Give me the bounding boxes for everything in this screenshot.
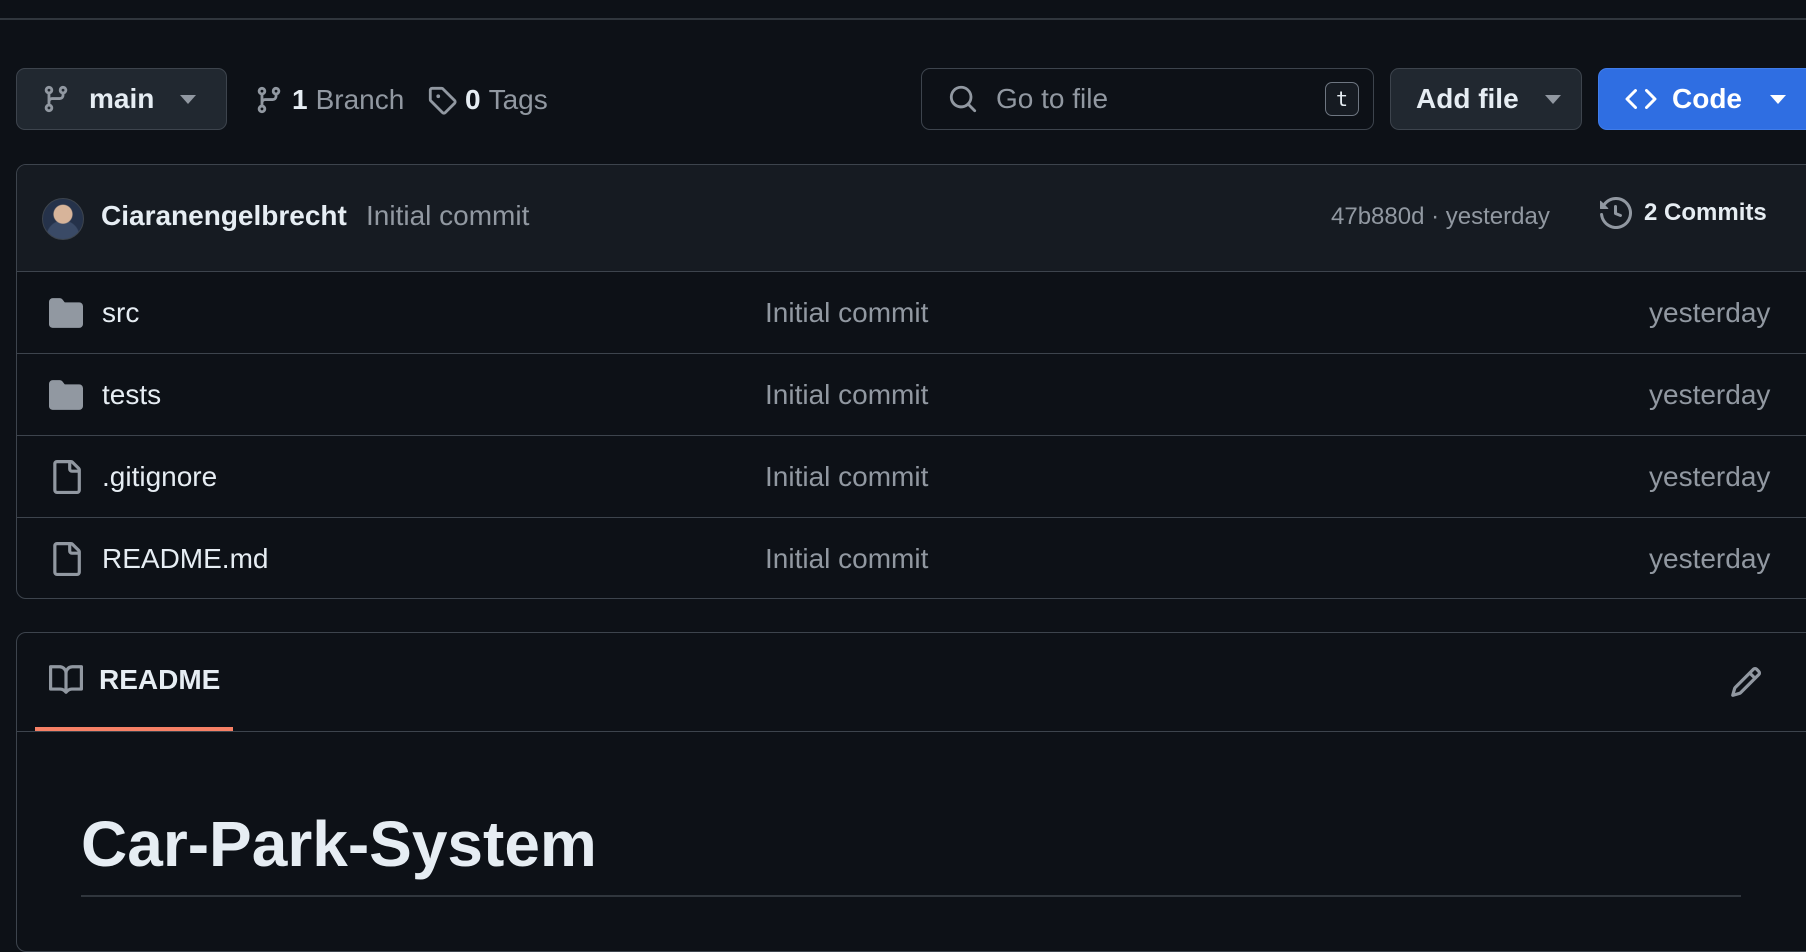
history-icon	[1600, 197, 1632, 229]
add-file-label: Add file	[1416, 83, 1519, 114]
commits-history-link[interactable]: 2 Commits	[1600, 197, 1767, 229]
folder-icon	[49, 380, 83, 410]
readme-panel: README Car-Park-System	[16, 632, 1806, 952]
keyboard-shortcut-hint: t	[1325, 82, 1359, 116]
readme-tab-label: README	[99, 664, 221, 695]
branch-selector-button[interactable]: main	[16, 68, 227, 130]
branch-name: main	[89, 83, 155, 114]
tags-count: 0	[465, 84, 481, 115]
folder-icon	[49, 298, 83, 328]
tag-icon	[428, 86, 457, 115]
chevron-down-icon	[1544, 94, 1561, 104]
branches-label: Branch	[315, 84, 405, 115]
readme-header: README	[17, 633, 1806, 732]
commit-hash-time[interactable]: 47b880d · yesterday	[1331, 203, 1550, 231]
pencil-icon[interactable]	[1729, 665, 1763, 699]
readme-title: Car-Park-System	[81, 808, 597, 880]
chevron-down-icon	[1770, 94, 1786, 104]
heading-divider	[81, 895, 1741, 897]
file-commit-message[interactable]: Initial commit	[765, 461, 928, 493]
header-divider	[0, 18, 1806, 20]
table-row[interactable]: tests Initial commit yesterday	[17, 354, 1806, 436]
file-commit-message[interactable]: Initial commit	[765, 297, 928, 329]
tags-label: Tags	[488, 84, 548, 115]
latest-commit-bar: Ciaranengelbrecht Initial commit 47b880d…	[17, 165, 1806, 272]
file-commit-message[interactable]: Initial commit	[765, 543, 928, 575]
tab-readme[interactable]: README	[35, 633, 233, 731]
code-button[interactable]: Code	[1598, 68, 1806, 130]
avatar[interactable]	[42, 198, 84, 240]
file-icon	[53, 542, 81, 576]
table-row[interactable]: .gitignore Initial commit yesterday	[17, 436, 1806, 518]
commit-author[interactable]: Ciaranengelbrecht	[101, 200, 347, 232]
file-list: Ciaranengelbrecht Initial commit 47b880d…	[16, 164, 1806, 599]
branches-count: 1	[292, 84, 308, 115]
commits-count-label: 2 Commits	[1644, 199, 1767, 226]
table-row[interactable]: src Initial commit yesterday	[17, 272, 1806, 354]
chevron-down-icon	[180, 94, 197, 104]
repo-toolbar: main 1 Branch 0 Tags Go to file t Add fi…	[0, 68, 1806, 132]
file-commit-date: yesterday	[1649, 379, 1771, 410]
git-branch-icon	[44, 85, 68, 113]
book-icon	[49, 665, 83, 694]
git-branch-icon	[257, 86, 281, 114]
file-commit-date: yesterday	[1649, 461, 1771, 492]
go-to-file-input[interactable]: Go to file t	[921, 68, 1374, 130]
file-commit-message[interactable]: Initial commit	[765, 379, 928, 411]
tags-link[interactable]: 0 Tags	[427, 84, 548, 116]
code-label: Code	[1672, 83, 1742, 114]
branches-link[interactable]: 1 Branch	[254, 84, 404, 116]
file-commit-date: yesterday	[1649, 543, 1771, 574]
commit-message[interactable]: Initial commit	[366, 200, 529, 232]
file-name-link[interactable]: .gitignore	[102, 461, 217, 493]
file-commit-date: yesterday	[1649, 297, 1771, 328]
file-name-link[interactable]: tests	[102, 379, 161, 411]
file-name-link[interactable]: src	[102, 297, 139, 329]
file-icon	[53, 460, 81, 494]
search-icon	[949, 85, 977, 113]
search-placeholder: Go to file	[996, 83, 1109, 114]
table-row[interactable]: README.md Initial commit yesterday	[17, 518, 1806, 598]
file-name-link[interactable]: README.md	[102, 543, 268, 575]
add-file-button[interactable]: Add file	[1390, 68, 1582, 130]
code-icon	[1625, 88, 1657, 110]
